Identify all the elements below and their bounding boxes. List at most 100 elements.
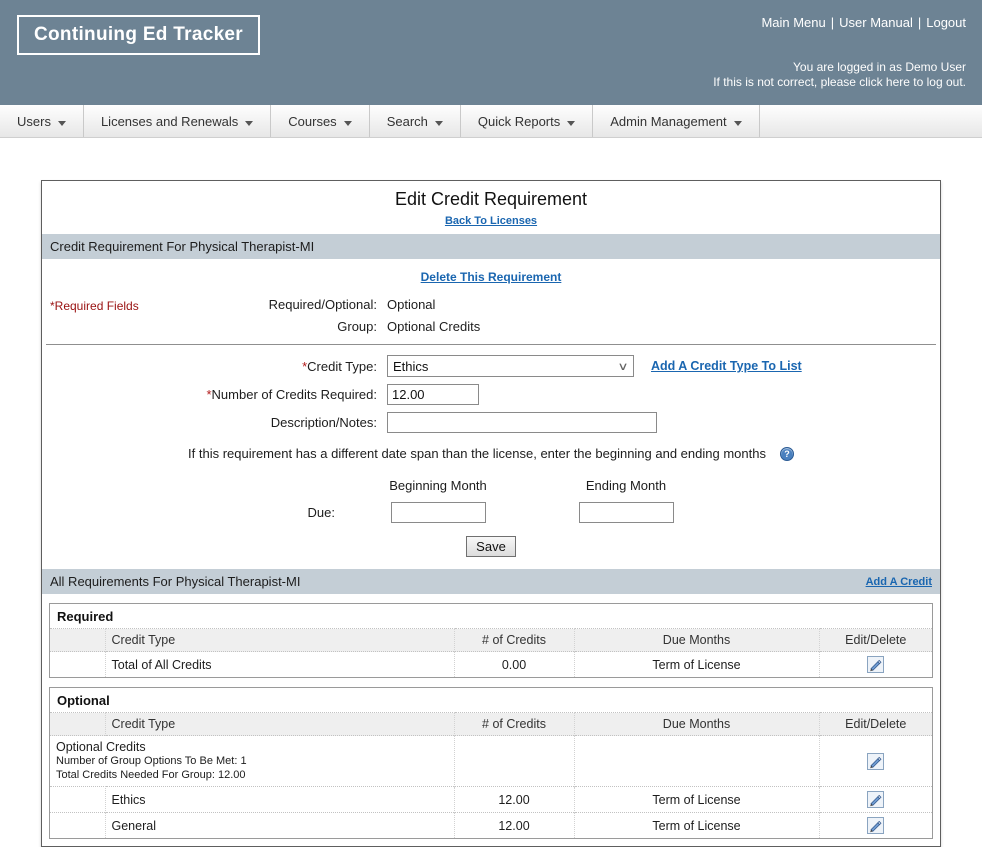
header-links: Main Menu | User Manual | Logout <box>761 15 966 30</box>
add-a-credit-link[interactable]: Add A Credit <box>866 576 932 588</box>
optional-box: Optional Credit Type # of Credits Due Mo… <box>49 687 933 839</box>
menu-item-licenses-and-renewals[interactable]: Licenses and Renewals <box>84 105 271 137</box>
required-optional-row: Required/Optional: Optional <box>42 297 940 312</box>
table-row: General 12.00 Term of License <box>50 813 932 839</box>
edit-icon[interactable] <box>867 817 884 834</box>
col-credit-type: Credit Type <box>105 713 454 736</box>
cell-num-credits: 12.00 <box>454 787 574 813</box>
link-separator: | <box>918 15 921 30</box>
edit-icon[interactable] <box>867 753 884 770</box>
main-menu-link[interactable]: Main Menu <box>761 15 825 30</box>
menu-item-quick-reports[interactable]: Quick Reports <box>461 105 593 137</box>
group-total-line: Total Credits Needed For Group: 12.00 <box>56 768 448 782</box>
required-box: Required Credit Type # of Credits Due Mo… <box>49 603 933 678</box>
cell-credit-type: General <box>105 813 454 839</box>
menu-item-users[interactable]: Users <box>0 105 84 137</box>
col-num-credits: # of Credits <box>454 713 574 736</box>
all-requirements-title: All Requirements For Physical Therapist-… <box>50 574 300 589</box>
beginning-month-cell <box>344 502 532 523</box>
optional-box-title: Optional <box>50 688 932 712</box>
cell-due-months: Term of License <box>574 813 819 839</box>
app-header: Continuing Ed Tracker Main Menu|User Man… <box>0 0 982 105</box>
logged-in-line2[interactable]: If this is not correct, please click her… <box>713 75 966 90</box>
group-info-cell: Optional Credits Number of Group Options… <box>50 736 454 787</box>
required-optional-value: Optional <box>387 297 435 312</box>
col-due-months: Due Months <box>574 629 819 652</box>
num-credits-input[interactable] <box>387 384 479 405</box>
chevron-down-icon <box>435 121 443 126</box>
add-credit-type-link[interactable]: Add A Credit Type To List <box>651 359 802 373</box>
logged-in-line1: You are logged in as Demo User <box>713 60 966 75</box>
menu-item-search[interactable]: Search <box>370 105 461 137</box>
description-row: Description/Notes: <box>42 412 940 433</box>
menu-item-label: Licenses and Renewals <box>101 114 238 129</box>
menu-item-label: Courses <box>288 114 336 129</box>
empty-header-cell <box>50 629 105 652</box>
cell-edit-delete <box>819 813 932 839</box>
required-fields-note: *Required Fields <box>50 299 139 313</box>
user-manual-link[interactable]: User Manual <box>839 15 913 30</box>
chevron-down-icon <box>344 121 352 126</box>
table-row: Ethics 12.00 Term of License <box>50 787 932 813</box>
help-icon[interactable]: ? <box>780 447 794 461</box>
delete-requirement-link[interactable]: Delete This Requirement <box>421 270 562 284</box>
page-title: Edit Credit Requirement <box>42 181 940 210</box>
optional-table: Credit Type # of Credits Due Months Edit… <box>50 712 932 838</box>
table-header-row: Credit Type # of Credits Due Months Edit… <box>50 713 932 736</box>
edit-section-title: Credit Requirement For Physical Therapis… <box>50 239 314 254</box>
edit-icon[interactable] <box>867 791 884 808</box>
group-label: Group: <box>42 319 387 334</box>
save-row: Save <box>42 536 940 557</box>
table-row: Total of All Credits 0.00 Term of Licens… <box>50 652 932 678</box>
cell-num-credits: 0.00 <box>454 652 574 678</box>
save-button[interactable]: Save <box>466 536 516 557</box>
edit-section-header: Credit Requirement For Physical Therapis… <box>42 234 940 259</box>
beginning-month-input[interactable] <box>391 502 486 523</box>
empty-cell <box>50 652 105 678</box>
main-panel: Edit Credit Requirement Back To Licenses… <box>41 180 941 847</box>
chevron-down-icon <box>245 121 253 126</box>
credit-type-select[interactable]: Ethics ∨ <box>387 355 634 377</box>
group-value: Optional Credits <box>387 319 480 334</box>
ending-month-input[interactable] <box>579 502 674 523</box>
due-months-grid: Beginning Month Ending Month Due: <box>42 478 940 523</box>
static-info-rows: *Required Fields Required/Optional: Opti… <box>42 297 940 334</box>
edit-icon[interactable] <box>867 656 884 673</box>
back-link-row: Back To Licenses <box>42 210 940 234</box>
menu-item-label: Search <box>387 114 428 129</box>
select-chevron-icon: ∨ <box>617 360 628 373</box>
credit-type-row: *Credit Type: Ethics ∨ Add A Credit Type… <box>42 355 940 377</box>
back-to-licenses-link[interactable]: Back To Licenses <box>445 215 537 227</box>
empty-cell <box>50 813 105 839</box>
cell-credit-type: Total of All Credits <box>105 652 454 678</box>
col-num-credits: # of Credits <box>454 629 574 652</box>
form-divider <box>46 344 936 345</box>
group-row: Group: Optional Credits <box>42 319 940 334</box>
all-requirements-header: All Requirements For Physical Therapist-… <box>42 569 940 594</box>
group-row: Optional Credits Number of Group Options… <box>50 736 932 787</box>
num-credits-row: *Number of Credits Required: <box>42 384 940 405</box>
cell-edit-delete <box>819 736 932 787</box>
menu-item-label: Admin Management <box>610 114 726 129</box>
due-label: Due: <box>42 505 344 520</box>
requirements-tables: Required Credit Type # of Credits Due Mo… <box>42 594 940 846</box>
menu-item-courses[interactable]: Courses <box>271 105 369 137</box>
cell-edit-delete <box>819 652 932 678</box>
logout-link[interactable]: Logout <box>926 15 966 30</box>
menu-item-admin-management[interactable]: Admin Management <box>593 105 759 137</box>
empty-cell <box>50 787 105 813</box>
chevron-down-icon <box>58 121 66 126</box>
cell-credit-type: Ethics <box>105 787 454 813</box>
edit-form: Delete This Requirement *Required Fields… <box>42 259 940 557</box>
link-separator: | <box>831 15 834 30</box>
credit-type-selected-value: Ethics <box>393 359 428 374</box>
date-span-note: If this requirement has a different date… <box>188 446 766 461</box>
table-header-row: Credit Type # of Credits Due Months Edit… <box>50 629 932 652</box>
required-table: Credit Type # of Credits Due Months Edit… <box>50 628 932 677</box>
empty-cell <box>574 736 819 787</box>
logged-in-status: You are logged in as Demo User If this i… <box>713 60 966 90</box>
empty-header-cell <box>50 713 105 736</box>
ending-month-cell <box>532 502 720 523</box>
col-due-months: Due Months <box>574 713 819 736</box>
description-input[interactable] <box>387 412 657 433</box>
